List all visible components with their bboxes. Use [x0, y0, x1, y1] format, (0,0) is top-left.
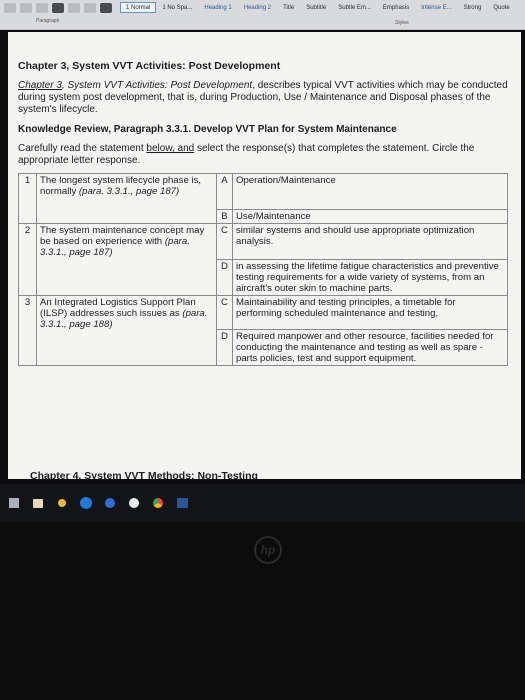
answer-text: Operation/Maintenance [232, 173, 508, 210]
style-subtitle[interactable]: Subtitle [300, 2, 332, 13]
tool-icon[interactable] [36, 3, 48, 13]
answer-letter[interactable]: C [216, 295, 233, 330]
tool-icon[interactable] [68, 3, 80, 13]
instruction-underlined: below, and [146, 143, 195, 154]
table-row: 1 The longest system lifecycle phase is,… [18, 173, 508, 224]
answer-text: similar systems and should use appropria… [232, 223, 508, 260]
document-page[interactable]: Chapter 3, System VVT Activities: Post D… [8, 32, 521, 479]
instruction-paragraph: Carefully read the statement below, and … [18, 143, 508, 167]
chrome-icon[interactable] [152, 497, 164, 509]
answer-letter[interactable]: D [216, 259, 233, 296]
quick-tools [4, 3, 112, 13]
question-number: 2 [18, 223, 37, 296]
next-chapter-heading: Chapter 4, System VVT Methods: Non-Testi… [30, 470, 258, 479]
answer-text: Maintainability and testing principles, … [232, 295, 508, 330]
style-heading-2[interactable]: Heading 2 [238, 2, 277, 13]
instruction-part-a: Carefully read the statement [18, 143, 147, 154]
style-heading-1[interactable]: Heading 1 [198, 2, 237, 13]
question-table: 1 The longest system lifecycle phase is,… [18, 173, 508, 366]
circle-icon[interactable] [128, 497, 140, 509]
intro-label: Chapter 3 [18, 80, 62, 91]
style-subtle-emphasis[interactable]: Subtle Em... [332, 2, 377, 13]
question-number: 1 [18, 173, 37, 224]
answer-text: in assessing the lifetime fatigue charac… [232, 259, 508, 296]
chapter-heading: Chapter 3, System VVT Activities: Post D… [18, 60, 281, 72]
tool-icon[interactable] [4, 3, 16, 13]
tool-icon[interactable] [84, 3, 96, 13]
blue-circle-icon[interactable] [104, 497, 116, 509]
style-emphasis[interactable]: Emphasis [377, 2, 415, 13]
question-statement: The longest system lifecycle phase is, n… [36, 173, 217, 224]
tool-icon[interactable] [20, 3, 32, 13]
style-title[interactable]: Title [277, 2, 300, 13]
tool-icon[interactable] [52, 3, 64, 13]
windows-icon[interactable] [8, 497, 20, 509]
styles-group-label[interactable]: Styles [395, 20, 409, 26]
question-number: 3 [18, 295, 37, 366]
styles-gallery: 1 Normal 1 No Spa... Heading 1 Heading 2… [120, 2, 516, 13]
answer-letter[interactable]: B [216, 209, 233, 224]
style-intense-emphasis[interactable]: Intense E... [415, 2, 457, 13]
knowledge-review-heading: Knowledge Review, Paragraph 3.3.1. Devel… [18, 124, 397, 135]
hp-icon[interactable] [80, 497, 92, 509]
hp-logo-icon: hp [254, 536, 282, 564]
location-icon[interactable] [56, 497, 68, 509]
tool-icon[interactable] [100, 3, 112, 13]
answer-letter[interactable]: A [216, 173, 233, 210]
answer-letter[interactable]: D [216, 329, 233, 366]
answer-text: Use/Maintenance [232, 209, 508, 224]
table-row: 3 An Integrated Logistics Support Plan (… [18, 295, 508, 366]
word-icon[interactable] [176, 497, 188, 509]
statement-text: An Integrated Logistics Support Plan (IL… [40, 297, 196, 319]
style-no-spacing[interactable]: 1 No Spa... [156, 2, 198, 13]
style-quote[interactable]: Quote [487, 2, 515, 13]
question-statement: An Integrated Logistics Support Plan (IL… [36, 295, 217, 366]
taskbar [0, 484, 525, 522]
page-reference: (para. 3.3.1., page 187) [78, 186, 180, 197]
table-row: 2 The system maintenance concept may be … [18, 223, 508, 296]
answer-text: Required manpower and other resource, fa… [232, 329, 508, 366]
style-strong[interactable]: Strong [458, 2, 488, 13]
question-statement: The system maintenance concept may be ba… [36, 223, 217, 296]
intro-paragraph: Chapter 3, System VVT Activities: Post D… [18, 80, 508, 116]
style-normal[interactable]: 1 Normal [120, 2, 157, 13]
document-body: Chapter 3, System VVT Activities: Post D… [18, 60, 508, 366]
folder-icon[interactable] [32, 497, 44, 509]
intro-italic: System VVT Activities: Post Development [64, 80, 253, 91]
paragraph-group-label[interactable]: Paragraph [36, 18, 59, 24]
answer-letter[interactable]: C [216, 223, 233, 260]
word-ribbon: 1 Normal 1 No Spa... Heading 1 Heading 2… [0, 0, 525, 30]
